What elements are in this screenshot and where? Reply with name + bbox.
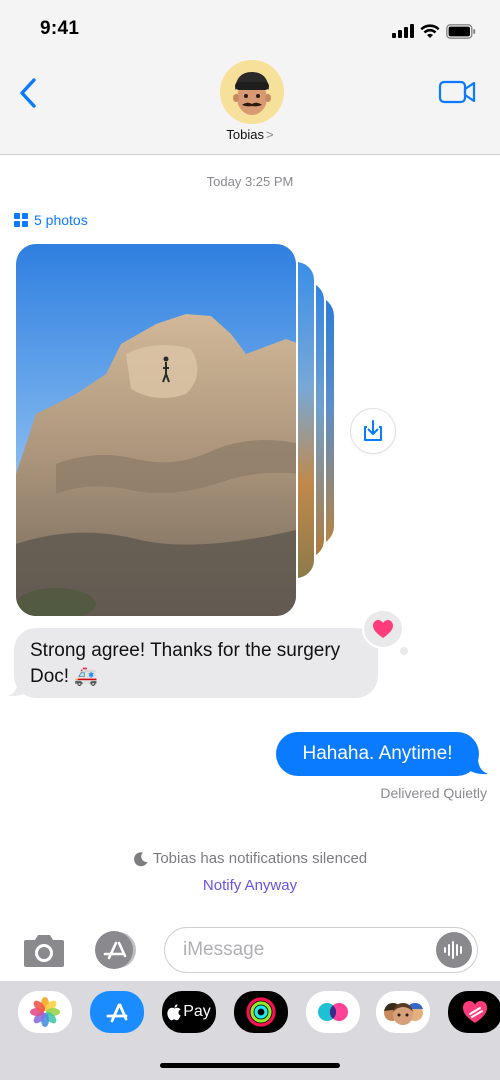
outgoing-message-bubble[interactable]: Hahaha. Anytime! xyxy=(276,732,479,776)
download-icon xyxy=(364,420,382,441)
activity-app[interactable] xyxy=(234,991,288,1033)
rock-climbing-photo xyxy=(16,244,296,616)
camera-icon xyxy=(24,935,64,967)
moon-icon xyxy=(133,851,148,866)
message-timestamp: Today 3:25 PM xyxy=(206,174,294,189)
contact-name[interactable]: Tobias > xyxy=(200,127,300,142)
apple-pay-label: Pay xyxy=(183,1003,211,1020)
save-photos-button[interactable] xyxy=(350,408,396,454)
digital-touch-icon xyxy=(318,1003,348,1021)
facetime-video-button[interactable] xyxy=(438,78,478,106)
memoji-app[interactable] xyxy=(376,991,430,1033)
app-drawer-button[interactable] xyxy=(92,929,140,971)
app-store-icon xyxy=(95,931,136,969)
contact-name-label: Tobias xyxy=(226,127,264,142)
battery-icon xyxy=(446,23,476,39)
photos-flower-icon xyxy=(30,997,60,1027)
heart-sticker-icon xyxy=(463,1001,487,1023)
incoming-message-bubble[interactable]: Strong agree! Thanks for the surgery Doc… xyxy=(14,628,378,698)
status-time: 9:41 xyxy=(40,18,80,39)
cellular-signal-icon xyxy=(392,24,414,38)
memoji-faces-icon xyxy=(384,1003,423,1025)
app-store-a-icon xyxy=(106,1003,128,1023)
delivery-status: Delivered Quietly xyxy=(380,785,487,801)
heart-icon xyxy=(373,620,393,638)
wifi-icon xyxy=(420,23,440,38)
heart-stickers-app[interactable] xyxy=(448,991,500,1033)
apple-pay-app[interactable]: Pay xyxy=(162,991,216,1033)
outgoing-message-text: Hahaha. Anytime! xyxy=(302,743,453,764)
photos-app[interactable] xyxy=(18,991,72,1033)
notify-anyway-link[interactable]: Notify Anyway xyxy=(0,877,500,894)
home-indicator[interactable] xyxy=(160,1063,340,1068)
waveform-icon xyxy=(444,941,462,959)
tapback-heart-badge[interactable] xyxy=(362,609,404,649)
digital-touch-app[interactable] xyxy=(306,991,360,1033)
photos-count: 5 photos xyxy=(34,212,88,228)
video-camera-icon xyxy=(438,80,476,104)
silenced-notice: Tobias has notifications silenced xyxy=(0,850,500,867)
imessage-placeholder: iMessage xyxy=(183,939,265,960)
memoji-avatar-icon xyxy=(220,60,284,124)
activity-rings-icon xyxy=(246,997,276,1027)
audio-message-button[interactable] xyxy=(436,932,472,968)
photo-grid-icon xyxy=(14,213,28,227)
app-store-app[interactable] xyxy=(90,991,144,1033)
silenced-notice-text: Tobias has notifications silenced xyxy=(152,850,368,867)
incoming-message-text: Strong agree! Thanks for the surgery Doc… xyxy=(30,640,341,687)
camera-button[interactable] xyxy=(22,931,66,969)
chevron-right-icon: > xyxy=(265,127,274,142)
back-button[interactable] xyxy=(14,74,44,112)
tapback-tail-dot xyxy=(400,647,408,655)
imessage-input[interactable]: iMessage xyxy=(164,927,478,973)
status-icons xyxy=(392,20,476,42)
photos-stack-label[interactable]: 5 photos xyxy=(14,212,88,228)
apple-logo-icon xyxy=(167,1003,181,1020)
contact-avatar[interactable] xyxy=(220,60,284,124)
photo-stack-top-image[interactable] xyxy=(14,242,298,618)
chevron-left-icon xyxy=(20,78,36,108)
